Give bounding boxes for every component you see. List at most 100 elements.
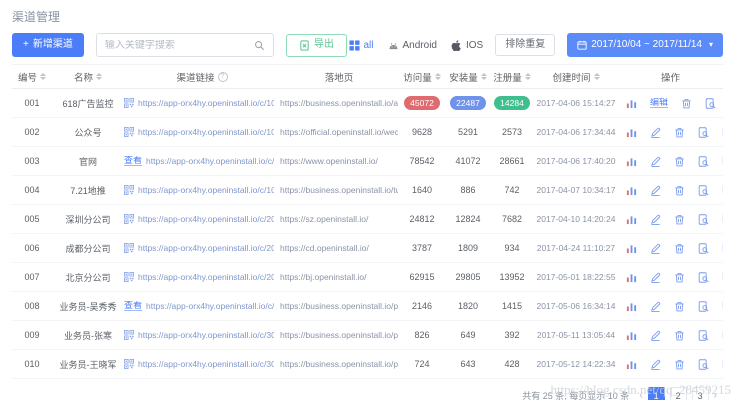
channel-link-cell: https://app-orx4hy.openinstall.io/c/1000… [124,98,280,108]
stats-icon[interactable] [626,243,637,254]
stats-icon[interactable] [626,214,637,225]
copy-icon[interactable] [722,359,723,370]
edit-label[interactable]: 编辑 [650,98,668,109]
delete-icon[interactable] [681,98,692,109]
qr-icon[interactable] [124,330,134,340]
copy-icon[interactable] [722,243,723,254]
date-range-button[interactable]: 2017/10/04 ~ 2017/11/14 ▾ [567,33,723,57]
preview-icon[interactable] [698,301,709,312]
column-header-7[interactable]: 创建时间 [534,70,618,84]
search-icon[interactable] [254,40,265,51]
stats-icon[interactable] [626,359,637,370]
column-header-4[interactable]: 访问量 [398,70,446,84]
info-icon[interactable]: ? [218,72,228,82]
copy-icon[interactable] [722,127,723,138]
preview-icon[interactable] [698,127,709,138]
channel-link[interactable]: https://app-orx4hy.openinstall.io/c/2000… [138,214,274,224]
qr-icon[interactable] [124,243,134,253]
channel-link[interactable]: https://app-orx4hy.openinstall.io/c/3000… [146,301,274,311]
delete-icon[interactable] [674,156,685,167]
view-qr-label[interactable]: 查看 [124,301,142,312]
dedupe-button[interactable]: 排除重复 [495,34,555,56]
delete-icon[interactable] [674,185,685,196]
delete-icon[interactable] [674,127,685,138]
column-header-0[interactable]: 编号 [12,70,52,84]
preview-icon[interactable] [698,330,709,341]
stats-icon[interactable] [626,330,637,341]
page-button-2[interactable]: 2 [670,387,687,400]
qr-icon[interactable] [124,127,134,137]
platform-filter-ios[interactable]: IOS [451,40,483,51]
preview-icon[interactable] [698,272,709,283]
copy-icon[interactable] [722,330,723,341]
sort-icon[interactable] [96,73,102,80]
channel-link[interactable]: https://app-orx4hy.openinstall.io/c/1000… [138,185,274,195]
view-qr-label[interactable]: 查看 [124,156,142,167]
qr-icon[interactable] [124,272,134,282]
search-input[interactable] [105,40,245,51]
page-button-1[interactable]: 1 [648,387,665,400]
channel-link[interactable]: https://app-orx4hy.openinstall.io/c/1000… [138,127,274,137]
qr-icon[interactable] [124,359,134,369]
preview-icon[interactable] [698,359,709,370]
stats-icon[interactable] [626,98,637,109]
channel-link[interactable]: https://app-orx4hy.openinstall.io/c/3001… [138,359,274,369]
preview-icon[interactable] [698,214,709,225]
column-header-1[interactable]: 名称 [52,70,124,84]
qr-icon[interactable] [124,98,134,108]
preview-icon[interactable] [698,156,709,167]
channel-link[interactable]: https://app-orx4hy.openinstall.io/c/1000… [146,156,274,166]
prev-page-button[interactable]: ‹ [639,390,642,400]
channel-link[interactable]: https://app-orx4hy.openinstall.io/c/3000… [138,330,274,340]
edit-icon[interactable] [650,214,661,225]
sort-icon[interactable] [525,73,531,80]
delete-icon[interactable] [674,214,685,225]
export-button[interactable]: 导出 [286,34,347,57]
stats-icon[interactable] [626,127,637,138]
copy-icon[interactable] [722,301,723,312]
search-box[interactable] [96,33,274,57]
add-channel-button[interactable]: + 新增渠道 [12,33,84,57]
sort-icon[interactable] [40,73,46,80]
delete-icon[interactable] [674,359,685,370]
edit-icon[interactable] [650,185,661,196]
qr-icon[interactable] [124,185,134,195]
delete-icon[interactable] [674,272,685,283]
channel-link[interactable]: https://app-orx4hy.openinstall.io/c/2000… [138,243,274,253]
next-page-button[interactable]: › [714,390,717,400]
edit-icon[interactable] [650,156,661,167]
delete-icon[interactable] [674,243,685,254]
channel-link[interactable]: https://app-orx4hy.openinstall.io/c/2000… [138,272,274,282]
preview-icon[interactable] [698,243,709,254]
platform-filter-all[interactable]: all [349,40,374,51]
edit-icon[interactable] [650,359,661,370]
channel-link-cell: https://app-orx4hy.openinstall.io/c/2000… [124,272,280,282]
copy-icon[interactable] [722,272,723,283]
sort-icon[interactable] [594,73,600,80]
edit-icon[interactable] [650,127,661,138]
column-label: 注册量 [493,70,522,84]
preview-icon[interactable] [705,98,716,109]
copy-icon[interactable] [722,214,723,225]
delete-icon[interactable] [674,330,685,341]
copy-icon[interactable] [722,156,723,167]
edit-icon[interactable] [650,243,661,254]
copy-icon[interactable] [722,185,723,196]
stats-icon[interactable] [626,156,637,167]
column-header-5[interactable]: 安装量 [446,70,490,84]
page-button-3[interactable]: 3 [692,387,709,400]
channel-link[interactable]: https://app-orx4hy.openinstall.io/c/1000… [138,98,274,108]
qr-icon[interactable] [124,214,134,224]
edit-icon[interactable] [650,330,661,341]
stats-icon[interactable] [626,272,637,283]
stats-icon[interactable] [626,185,637,196]
column-header-6[interactable]: 注册量 [490,70,534,84]
delete-icon[interactable] [674,301,685,312]
edit-icon[interactable] [650,301,661,312]
sort-icon[interactable] [435,73,441,80]
preview-icon[interactable] [698,185,709,196]
edit-icon[interactable] [650,272,661,283]
stats-icon[interactable] [626,301,637,312]
platform-filter-android[interactable]: Android [388,40,437,51]
sort-icon[interactable] [481,73,487,80]
